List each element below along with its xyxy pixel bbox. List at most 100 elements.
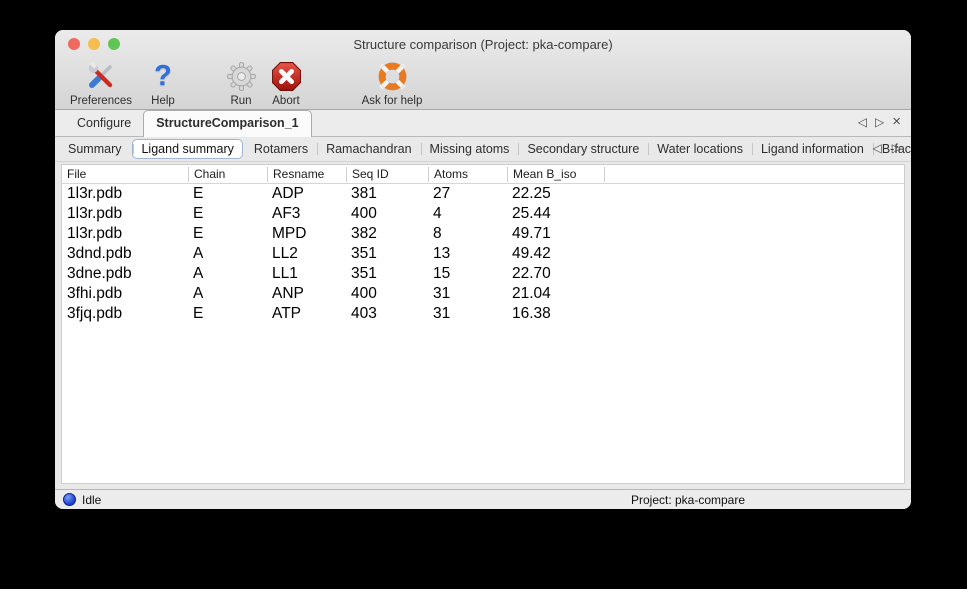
ligand-summary-table: File Chain Resname Seq ID Atoms Mean B_i… bbox=[61, 164, 905, 484]
cell-seq-id: 381 bbox=[346, 185, 428, 203]
subtab-scroll-left-icon[interactable]: ◁ bbox=[873, 141, 882, 155]
cell-atoms: 27 bbox=[428, 185, 507, 203]
cell-seq-id: 382 bbox=[346, 225, 428, 243]
stop-icon bbox=[271, 58, 302, 94]
zoom-window-button[interactable] bbox=[108, 38, 120, 50]
cell-atoms: 13 bbox=[428, 245, 507, 263]
cell-mean-b-iso: 22.70 bbox=[507, 265, 604, 283]
status-led-icon bbox=[63, 493, 76, 506]
gear-icon bbox=[226, 58, 257, 94]
cell-seq-id: 400 bbox=[346, 285, 428, 303]
cell-resname: ANP bbox=[267, 285, 346, 303]
table-row[interactable]: 1l3r.pdb E AF3 400 4 25.44 bbox=[62, 204, 904, 224]
run-button[interactable]: Run bbox=[223, 58, 259, 107]
help-button[interactable]: ? Help bbox=[145, 58, 181, 107]
cell-chain: A bbox=[188, 265, 267, 283]
question-icon: ? bbox=[154, 58, 172, 94]
document-tab-bar: Configure StructureComparison_1 ◁ ▷ × bbox=[55, 110, 911, 137]
cell-resname: ATP bbox=[267, 305, 346, 323]
toolbar-label: Run bbox=[230, 95, 251, 107]
cell-chain: A bbox=[188, 245, 267, 263]
cell-seq-id: 403 bbox=[346, 305, 428, 323]
content-area: File Chain Resname Seq ID Atoms Mean B_i… bbox=[55, 162, 911, 489]
cell-mean-b-iso: 49.71 bbox=[507, 225, 604, 243]
cell-chain: A bbox=[188, 285, 267, 303]
cell-mean-b-iso: 49.42 bbox=[507, 245, 604, 263]
subtab-ligand-summary[interactable]: Ligand summary bbox=[132, 139, 242, 159]
cell-resname: MPD bbox=[267, 225, 346, 243]
window-title: Structure comparison (Project: pka-compa… bbox=[55, 37, 911, 52]
cell-chain: E bbox=[188, 225, 267, 243]
tab-configure[interactable]: Configure bbox=[65, 111, 143, 136]
tab-close-icon[interactable]: × bbox=[892, 115, 901, 129]
subtab-rotamers[interactable]: Rotamers bbox=[245, 139, 317, 159]
cell-chain: E bbox=[188, 205, 267, 223]
status-bar: Idle Project: pka-compare bbox=[55, 489, 911, 509]
cell-file: 3fhi.pdb bbox=[62, 285, 188, 303]
column-header-atoms[interactable]: Atoms bbox=[428, 167, 507, 182]
cell-resname: LL1 bbox=[267, 265, 346, 283]
close-window-button[interactable] bbox=[68, 38, 80, 50]
table-row[interactable]: 3dne.pdb A LL1 351 15 22.70 bbox=[62, 264, 904, 284]
toolbar-label: Help bbox=[151, 95, 175, 107]
column-header-chain[interactable]: Chain bbox=[188, 167, 267, 182]
cell-chain: E bbox=[188, 185, 267, 203]
titlebar[interactable]: Structure comparison (Project: pka-compa… bbox=[55, 30, 911, 58]
tab-scroll-left-icon[interactable]: ◁ bbox=[858, 115, 867, 129]
tab-scroll-right-icon[interactable]: ▷ bbox=[875, 115, 884, 129]
cell-file: 3fjq.pdb bbox=[62, 305, 188, 323]
cell-file: 1l3r.pdb bbox=[62, 225, 188, 243]
table-row[interactable]: 3dnd.pdb A LL2 351 13 49.42 bbox=[62, 244, 904, 264]
traffic-lights bbox=[68, 38, 120, 50]
ask-for-help-button[interactable]: Ask for help bbox=[356, 58, 428, 107]
subtab-missing-atoms[interactable]: Missing atoms bbox=[421, 139, 519, 159]
cell-resname: AF3 bbox=[267, 205, 346, 223]
table-row[interactable]: 1l3r.pdb E ADP 381 27 22.25 bbox=[62, 184, 904, 204]
cell-file: 1l3r.pdb bbox=[62, 205, 188, 223]
subtab-scroll-right-icon[interactable]: ▷ bbox=[892, 141, 901, 155]
preferences-button[interactable]: Preferences bbox=[65, 58, 137, 107]
column-header-mean-b-iso[interactable]: Mean B_iso bbox=[507, 167, 604, 182]
subtab-water-locations[interactable]: Water locations bbox=[648, 139, 752, 159]
toolbar-label: Preferences bbox=[70, 95, 132, 107]
toolbar-label: Ask for help bbox=[362, 95, 423, 107]
tools-icon bbox=[85, 58, 117, 94]
window-chrome: Structure comparison (Project: pka-compa… bbox=[55, 30, 911, 110]
cell-atoms: 15 bbox=[428, 265, 507, 283]
cell-resname: ADP bbox=[267, 185, 346, 203]
lifebuoy-icon bbox=[377, 58, 408, 94]
cell-mean-b-iso: 25.44 bbox=[507, 205, 604, 223]
column-header-file[interactable]: File bbox=[62, 167, 188, 182]
table-header-row: File Chain Resname Seq ID Atoms Mean B_i… bbox=[62, 165, 904, 184]
project-label: Project: pka-compare bbox=[631, 493, 745, 507]
tab-structurecomparison-1[interactable]: StructureComparison_1 bbox=[143, 110, 311, 137]
subtab-ligand-information[interactable]: Ligand information bbox=[752, 139, 873, 159]
abort-button[interactable]: Abort bbox=[264, 58, 308, 107]
cell-file: 3dne.pdb bbox=[62, 265, 188, 283]
result-subtab-bar: Summary Ligand summary Rotamers Ramachan… bbox=[55, 137, 911, 162]
column-header-seq-id[interactable]: Seq ID bbox=[346, 167, 428, 182]
toolbar: Preferences ? Help bbox=[55, 58, 911, 109]
table-row[interactable]: 3fhi.pdb A ANP 400 31 21.04 bbox=[62, 284, 904, 304]
subtab-ramachandran[interactable]: Ramachandran bbox=[317, 139, 420, 159]
subtab-secondary-structure[interactable]: Secondary structure bbox=[518, 139, 648, 159]
cell-seq-id: 351 bbox=[346, 265, 428, 283]
cell-atoms: 8 bbox=[428, 225, 507, 243]
cell-file: 1l3r.pdb bbox=[62, 185, 188, 203]
subtab-summary[interactable]: Summary bbox=[59, 139, 130, 159]
toolbar-label: Abort bbox=[272, 95, 300, 107]
status-text: Idle bbox=[82, 493, 101, 507]
table-row[interactable]: 3fjq.pdb E ATP 403 31 16.38 bbox=[62, 304, 904, 324]
cell-atoms: 4 bbox=[428, 205, 507, 223]
cell-chain: E bbox=[188, 305, 267, 323]
cell-mean-b-iso: 21.04 bbox=[507, 285, 604, 303]
table-row[interactable]: 1l3r.pdb E MPD 382 8 49.71 bbox=[62, 224, 904, 244]
cell-atoms: 31 bbox=[428, 305, 507, 323]
cell-mean-b-iso: 22.25 bbox=[507, 185, 604, 203]
cell-mean-b-iso: 16.38 bbox=[507, 305, 604, 323]
column-header-filler bbox=[604, 167, 904, 182]
cell-atoms: 31 bbox=[428, 285, 507, 303]
column-header-resname[interactable]: Resname bbox=[267, 167, 346, 182]
minimize-window-button[interactable] bbox=[88, 38, 100, 50]
cell-seq-id: 400 bbox=[346, 205, 428, 223]
